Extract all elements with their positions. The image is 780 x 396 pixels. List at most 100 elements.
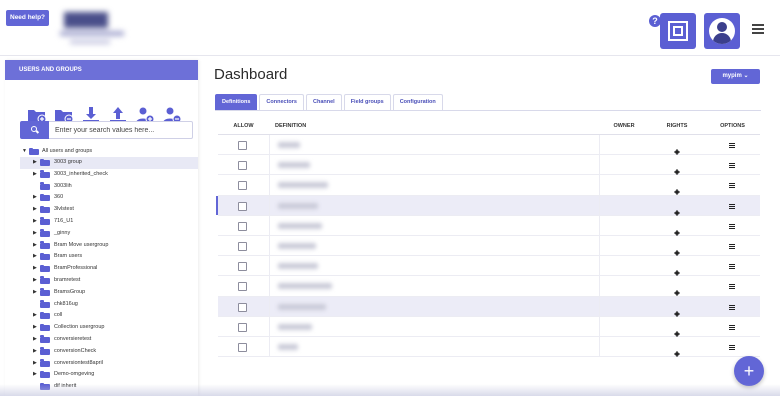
caret-right-icon[interactable]: ▶ bbox=[33, 358, 37, 370]
caret-down-icon[interactable]: ▼ bbox=[22, 146, 27, 157]
gear-icon[interactable] bbox=[674, 162, 680, 176]
tree-item[interactable]: ▶ Bram users bbox=[20, 251, 198, 263]
caret-right-icon[interactable]: ▶ bbox=[33, 216, 37, 228]
tab-configuration[interactable]: Configuration bbox=[392, 94, 443, 110]
caret-right-icon[interactable]: ▶ bbox=[33, 192, 37, 204]
user-avatar[interactable] bbox=[704, 13, 740, 49]
options-menu-icon[interactable] bbox=[729, 203, 735, 209]
options-menu-icon[interactable] bbox=[729, 304, 735, 310]
allow-checkbox[interactable] bbox=[238, 221, 247, 231]
tree-item[interactable]: ▶ 360 bbox=[20, 192, 198, 204]
tree-item[interactable]: ▶ 3003 group bbox=[20, 157, 198, 169]
allow-checkbox[interactable] bbox=[238, 302, 247, 312]
table-row[interactable] bbox=[218, 276, 760, 297]
tree-item[interactable]: ▶ 716_U1 bbox=[20, 216, 198, 228]
caret-right-icon[interactable]: ▶ bbox=[33, 310, 37, 322]
caret-right-icon[interactable]: ▶ bbox=[33, 287, 37, 299]
column-rights[interactable]: RIGHTS bbox=[649, 118, 705, 134]
tab-connectors[interactable]: Connectors bbox=[259, 94, 304, 110]
caret-right-icon[interactable]: ▶ bbox=[33, 204, 37, 216]
column-allow[interactable]: ALLOW bbox=[218, 118, 269, 134]
caret-right-icon[interactable]: ▶ bbox=[33, 240, 37, 252]
options-menu-icon[interactable] bbox=[729, 223, 735, 229]
gear-icon[interactable] bbox=[674, 142, 680, 155]
add-fab-button[interactable]: + bbox=[734, 356, 764, 386]
search-button[interactable] bbox=[20, 121, 49, 139]
table-row[interactable] bbox=[218, 215, 760, 236]
allow-checkbox[interactable] bbox=[238, 342, 247, 352]
tree-item[interactable]: ▶ Collection usergroup bbox=[20, 322, 198, 334]
allow-checkbox[interactable] bbox=[238, 282, 247, 292]
need-help-button[interactable]: Need help? bbox=[6, 10, 50, 26]
table-row[interactable] bbox=[218, 175, 760, 196]
hamburger-menu-icon[interactable] bbox=[752, 24, 764, 34]
column-owner[interactable]: OWNER bbox=[599, 118, 649, 134]
column-definition[interactable]: DEFINITION bbox=[269, 118, 599, 134]
gear-icon[interactable] bbox=[674, 344, 680, 357]
caret-right-icon[interactable]: ▶ bbox=[33, 169, 37, 181]
options-menu-icon[interactable] bbox=[729, 243, 735, 249]
options-menu-icon[interactable] bbox=[729, 324, 735, 330]
gear-icon[interactable] bbox=[674, 324, 680, 337]
caret-right-icon[interactable]: ▶ bbox=[33, 346, 37, 358]
allow-checkbox[interactable] bbox=[238, 141, 247, 150]
tab-channel[interactable]: Channel bbox=[305, 94, 342, 110]
table-row[interactable] bbox=[218, 336, 760, 358]
tree-item[interactable]: ▶ _ginny bbox=[20, 228, 198, 240]
tree-root[interactable]: ▼ All users and groups bbox=[20, 146, 198, 157]
allow-checkbox[interactable] bbox=[238, 201, 247, 211]
allow-checkbox[interactable] bbox=[238, 161, 247, 171]
table-row[interactable] bbox=[218, 155, 760, 176]
options-menu-icon[interactable] bbox=[729, 163, 735, 169]
caret-right-icon[interactable]: ▶ bbox=[33, 157, 37, 169]
caret-right-icon[interactable]: ▶ bbox=[33, 263, 37, 275]
caret-right-icon[interactable]: ▶ bbox=[33, 251, 37, 263]
column-options[interactable]: OPTIONS bbox=[705, 118, 760, 134]
gear-icon[interactable] bbox=[674, 203, 680, 216]
options-menu-icon[interactable] bbox=[729, 344, 735, 350]
table-row[interactable] bbox=[218, 235, 760, 257]
focus-mode-button[interactable] bbox=[660, 13, 696, 49]
tree-item[interactable]: ▶ 3lvlstest bbox=[20, 204, 198, 216]
gear-icon[interactable] bbox=[674, 263, 680, 277]
gear-icon[interactable] bbox=[674, 243, 680, 256]
tree-item[interactable]: ▶ bramretest bbox=[20, 275, 198, 287]
tree-item[interactable]: ▶ 3003_inherited_check bbox=[20, 169, 198, 181]
tree-item[interactable]: ▶ Demo-omgeving bbox=[20, 369, 198, 381]
options-menu-icon[interactable] bbox=[729, 183, 735, 189]
tree-item[interactable]: ▶ BramProfessional bbox=[20, 263, 198, 275]
table-row[interactable] bbox=[218, 256, 760, 277]
tree-item[interactable]: ▶ BramsGroup bbox=[20, 287, 198, 299]
gear-icon[interactable] bbox=[674, 304, 680, 317]
caret-right-icon[interactable]: ▶ bbox=[33, 334, 37, 346]
tree-item[interactable]: ▶ Bram Move usergroup bbox=[20, 240, 198, 252]
options-menu-icon[interactable] bbox=[729, 284, 735, 290]
caret-right-icon[interactable]: ▶ bbox=[33, 369, 37, 381]
tree-item[interactable]: chk816ug bbox=[20, 299, 198, 311]
tab-definitions[interactable]: Definitions bbox=[215, 94, 258, 110]
table-row[interactable] bbox=[218, 316, 760, 337]
table-row[interactable] bbox=[216, 195, 760, 216]
search-input[interactable] bbox=[49, 121, 193, 139]
gear-icon[interactable] bbox=[674, 182, 680, 196]
options-menu-icon[interactable] bbox=[729, 264, 735, 270]
table-row[interactable] bbox=[218, 296, 760, 317]
caret-right-icon[interactable]: ▶ bbox=[33, 322, 37, 334]
tree-item[interactable]: ▶ conversionCheck bbox=[20, 346, 198, 358]
tree-item[interactable]: ▶ coll bbox=[20, 310, 198, 322]
allow-checkbox[interactable] bbox=[238, 181, 247, 191]
tree-item[interactable]: ▶ conversiontest8april bbox=[20, 358, 198, 370]
caret-right-icon[interactable]: ▶ bbox=[33, 228, 37, 240]
tab-field-groups[interactable]: Field groups bbox=[343, 94, 391, 110]
table-row[interactable] bbox=[218, 135, 760, 156]
tree-item[interactable]: 3003lih bbox=[20, 181, 198, 193]
allow-checkbox[interactable] bbox=[238, 262, 247, 272]
caret-right-icon[interactable]: ▶ bbox=[33, 275, 37, 287]
allow-checkbox[interactable] bbox=[238, 322, 247, 332]
tree-item[interactable]: ▶ conversieretest bbox=[20, 334, 198, 346]
user-dropdown-button[interactable]: mypim ⌄ bbox=[711, 69, 760, 84]
gear-icon[interactable] bbox=[674, 223, 680, 236]
allow-checkbox[interactable] bbox=[238, 241, 247, 251]
gear-icon[interactable] bbox=[674, 283, 680, 297]
options-menu-icon[interactable] bbox=[729, 143, 735, 148]
